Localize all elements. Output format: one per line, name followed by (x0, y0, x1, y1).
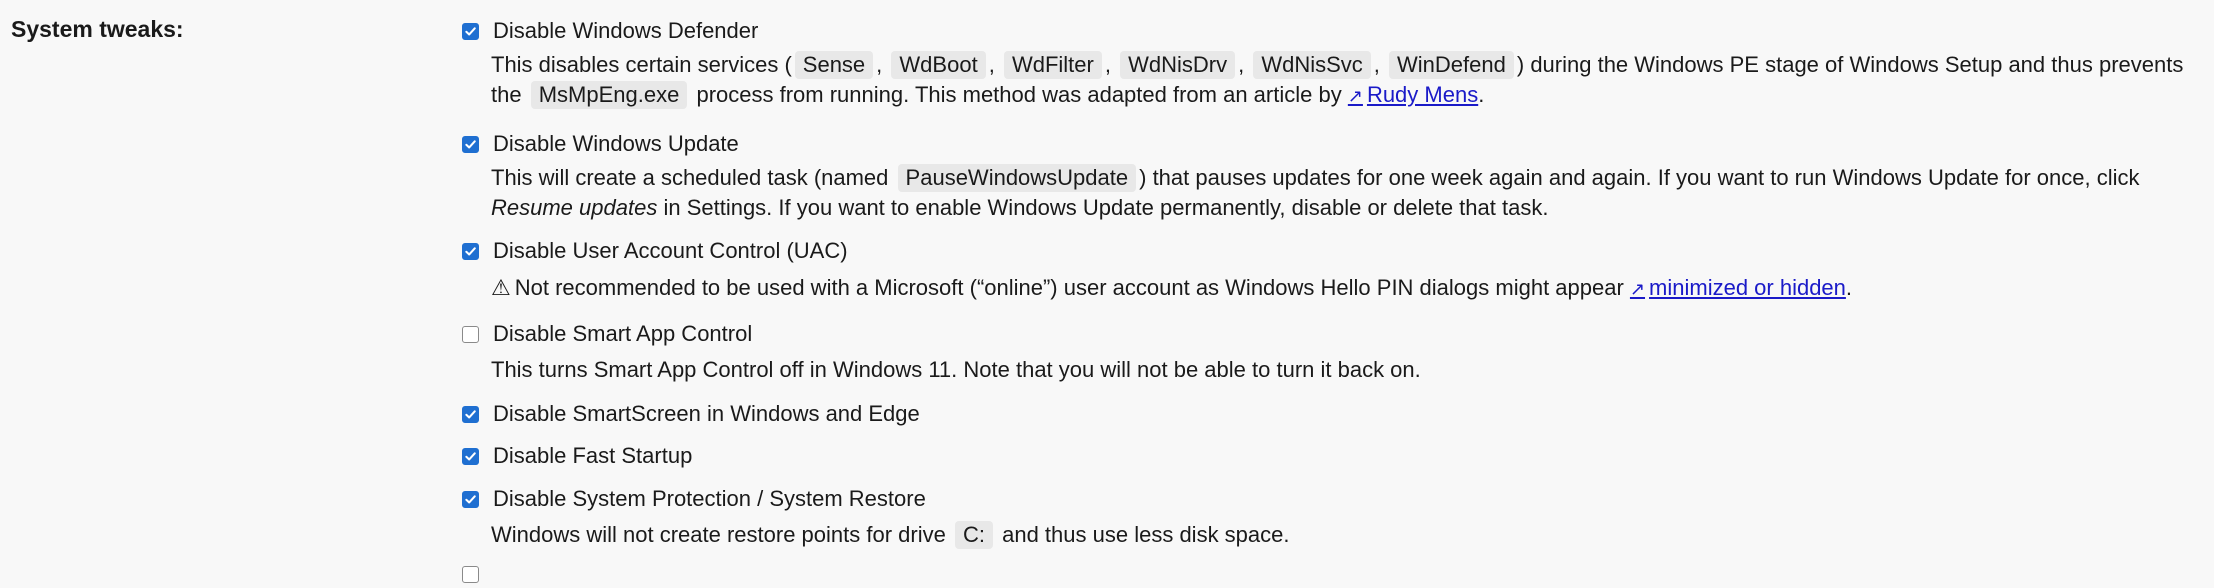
label-disable-uac[interactable]: Disable User Account Control (UAC) (493, 238, 848, 264)
checkmark-icon (465, 246, 476, 255)
checkbox-disable-fast-startup[interactable] (462, 447, 479, 465)
checkmark-icon (465, 409, 476, 418)
code-service: WinDefend (1389, 51, 1514, 79)
label-disable-windows-update[interactable]: Disable Windows Update (493, 131, 739, 157)
desc-disable-windows-update: This will create a scheduled task (named… (491, 164, 2140, 220)
code-drive: C: (954, 521, 993, 549)
option-disable-smartscreen: Disable SmartScreen in Windows and Edge (462, 399, 920, 429)
checkbox-disable-defender[interactable] (462, 22, 479, 40)
option-disable-system-protection: Disable System Protection / System Resto… (462, 484, 2191, 550)
option-disable-smart-app-control: Disable Smart App Control This turns Sma… (462, 319, 2191, 385)
code-service: Sense (794, 51, 874, 79)
label-disable-smartscreen[interactable]: Disable SmartScreen in Windows and Edge (493, 401, 920, 427)
code-service: WdBoot (891, 51, 986, 79)
code-exe: MsMpEng.exe (530, 81, 688, 109)
external-link-icon: ↗ (1629, 279, 1646, 299)
option-disable-fast-startup: Disable Fast Startup (462, 441, 692, 471)
code-service: WdNisSvc (1253, 51, 1371, 79)
option-next-partial (462, 566, 493, 588)
external-link-icon: ↗ (1347, 86, 1363, 106)
checkbox-disable-windows-update[interactable] (462, 135, 479, 153)
option-disable-uac: Disable User Account Control (UAC) ⚠ Not … (462, 236, 2191, 304)
option-disable-windows-update: Disable Windows Update This will create … (462, 129, 2191, 223)
code-service: WdNisDrv (1120, 51, 1236, 79)
checkbox-next-partial[interactable] (462, 566, 479, 583)
checkmark-icon (465, 26, 476, 35)
checkbox-disable-smart-app-control[interactable] (462, 325, 479, 343)
code-service: WdFilter (1003, 51, 1102, 79)
checkbox-disable-uac[interactable] (462, 242, 479, 260)
checkbox-disable-smartscreen[interactable] (462, 405, 479, 423)
checkmark-icon (465, 451, 476, 460)
section-label: System tweaks: (11, 16, 184, 42)
link-rudy-mens[interactable]: ↗ Rudy Mens (1348, 82, 1478, 107)
link-minimized-or-hidden[interactable]: ↗ minimized or hidden (1630, 275, 1846, 300)
checkmark-icon (465, 139, 476, 148)
checkbox-disable-system-protection[interactable] (462, 490, 479, 508)
label-disable-smart-app-control[interactable]: Disable Smart App Control (493, 321, 752, 347)
desc-disable-smart-app-control: This turns Smart App Control off in Wind… (491, 357, 1421, 382)
desc-disable-system-protection: Windows will not create restore points f… (491, 521, 1290, 549)
option-disable-defender: Disable Windows Defender This disables c… (462, 16, 2191, 111)
label-disable-defender[interactable]: Disable Windows Defender (493, 18, 758, 44)
code-task-name: PauseWindowsUpdate (897, 164, 1137, 192)
warning-icon: ⚠ (491, 275, 511, 300)
checkmark-icon (465, 494, 476, 503)
label-disable-fast-startup[interactable]: Disable Fast Startup (493, 443, 692, 469)
label-disable-system-protection[interactable]: Disable System Protection / System Resto… (493, 486, 926, 512)
desc-disable-defender: This disables certain services (Sense, W… (491, 51, 2184, 109)
desc-disable-uac: ⚠ Not recommended to be used with a Micro… (491, 275, 1853, 300)
